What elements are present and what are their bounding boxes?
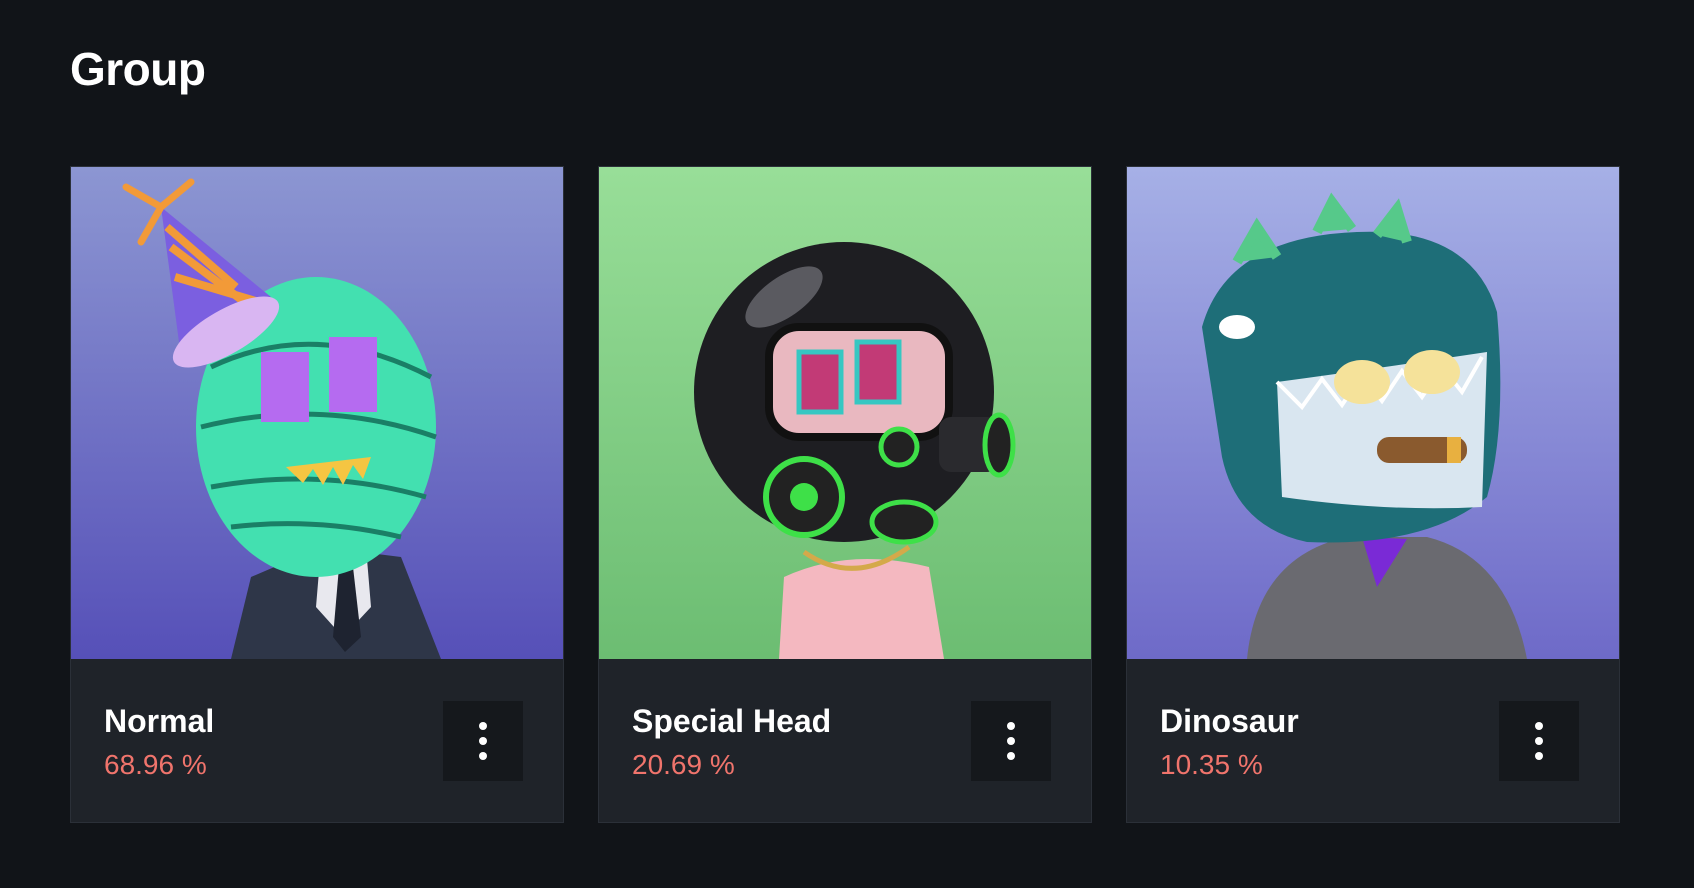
group-card-dinosaur[interactable]: Dinosaur 10.35 % — [1126, 166, 1620, 823]
card-footer: Dinosaur 10.35 % — [1127, 659, 1619, 822]
more-vertical-icon — [1007, 722, 1015, 760]
page-title: Group — [70, 43, 206, 95]
group-card-list: Normal 68.96 % Special Head 20.69 % Dino… — [70, 166, 1620, 823]
dinosaur-character-image — [1127, 167, 1619, 659]
card-name: Dinosaur — [1160, 703, 1299, 739]
card-more-button[interactable] — [443, 701, 523, 781]
more-vertical-icon — [479, 722, 487, 760]
card-image — [599, 167, 1091, 659]
gas-mask-character-image — [599, 167, 1091, 659]
card-name: Normal — [104, 703, 215, 739]
card-more-button[interactable] — [1499, 701, 1579, 781]
more-vertical-icon — [1535, 722, 1543, 760]
card-footer: Special Head 20.69 % — [599, 659, 1091, 822]
card-image — [71, 167, 563, 659]
party-hat-character-image — [71, 167, 563, 659]
group-card-normal[interactable]: Normal 68.96 % — [70, 166, 564, 823]
group-card-special-head[interactable]: Special Head 20.69 % — [598, 166, 1092, 823]
card-percentage: 68.96 % — [104, 749, 207, 780]
card-image — [1127, 167, 1619, 659]
card-percentage: 10.35 % — [1160, 749, 1263, 780]
card-percentage: 20.69 % — [632, 749, 735, 780]
card-footer: Normal 68.96 % — [71, 659, 563, 822]
group-page: Group Normal 68.96 % Special Head 20.69 … — [0, 0, 1694, 888]
card-name: Special Head — [632, 703, 832, 739]
card-more-button[interactable] — [971, 701, 1051, 781]
